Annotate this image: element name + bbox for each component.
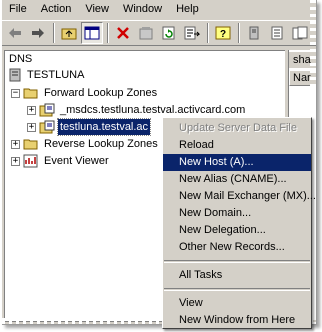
expand-icon[interactable]: + xyxy=(11,156,20,166)
tree-label: _msdcs.testluna.testval.activcard.com xyxy=(60,104,246,116)
arrow-left-icon xyxy=(9,28,21,38)
menu-item-new-domain[interactable]: New Domain... xyxy=(163,205,311,222)
folder-up-icon xyxy=(61,28,77,40)
menu-item-all-tasks[interactable]: All Tasks xyxy=(163,267,311,284)
menu-action[interactable]: Action xyxy=(34,0,79,18)
toolbar-separator xyxy=(207,23,209,43)
tree-node-event-viewer[interactable]: + Event Viewer xyxy=(11,153,111,169)
dns-server-icon xyxy=(9,68,21,82)
tree-node-dns[interactable]: DNS xyxy=(7,51,34,67)
folder-icon xyxy=(23,139,38,150)
export-list-button[interactable] xyxy=(181,22,203,44)
toolbar-separator xyxy=(107,23,109,43)
expand-icon[interactable]: + xyxy=(27,105,36,115)
toolbar-separator xyxy=(53,23,55,43)
menu-item-update-server-data-file: Update Server Data File xyxy=(179,122,297,134)
tree-label: testluna.testval.ac xyxy=(56,118,152,136)
menu-item-reload[interactable]: Reload xyxy=(163,137,311,154)
menu-bar: File Action View Window Help xyxy=(2,0,316,18)
document-icon xyxy=(271,26,283,40)
tree-label: DNS xyxy=(9,53,33,65)
properties-button[interactable] xyxy=(135,22,157,44)
up-one-level-button[interactable] xyxy=(58,22,80,44)
menu-window[interactable]: Window xyxy=(116,0,169,18)
menu-help[interactable]: Help xyxy=(169,0,206,18)
expand-icon[interactable]: + xyxy=(11,139,20,149)
show-hide-tree-button[interactable] xyxy=(81,22,103,44)
zone-icon xyxy=(39,120,55,134)
menu-item-new-delegation[interactable]: New Delegation... xyxy=(163,222,311,239)
tree-node-zone-selected[interactable]: + testluna.testval.ac xyxy=(27,118,152,136)
folder-open-icon xyxy=(23,88,38,99)
delete-button[interactable] xyxy=(112,22,134,44)
context-menu: Update Server Data File Reload New Host … xyxy=(162,117,316,329)
menu-item-new-host[interactable]: New Host (A)... xyxy=(163,154,311,171)
properties-icon xyxy=(139,27,153,40)
tree-label: Event Viewer xyxy=(44,155,109,167)
expand-icon[interactable]: + xyxy=(27,122,36,132)
help-icon: ? xyxy=(215,26,231,40)
event-viewer-icon xyxy=(23,154,38,168)
menu-item-view[interactable]: View xyxy=(163,295,311,312)
menu-item-new-mail-exchanger[interactable]: New Mail Exchanger (MX)... xyxy=(163,188,316,205)
tree-label: TESTLUNA xyxy=(27,69,85,81)
export-list-icon xyxy=(184,26,200,40)
back-button[interactable] xyxy=(4,22,26,44)
tree-node-zone-msdcs[interactable]: + _msdcs.testluna.testval.activcard.com xyxy=(27,102,247,118)
menu-separator xyxy=(164,288,310,291)
toolbar-button-3[interactable] xyxy=(289,22,311,44)
tree-label: Forward Lookup Zones xyxy=(44,87,158,99)
arrow-right-icon xyxy=(32,28,44,38)
menu-separator xyxy=(164,260,310,263)
toolbar: ? xyxy=(2,20,316,46)
tree-node-forward-zones[interactable]: − Forward Lookup Zones xyxy=(11,85,159,101)
console-tree-icon xyxy=(84,26,100,40)
svg-text:?: ? xyxy=(220,29,226,40)
menu-file[interactable]: File xyxy=(2,0,34,18)
zone-icon xyxy=(39,103,55,117)
toolbar-button-2[interactable] xyxy=(266,22,288,44)
refresh-button[interactable] xyxy=(158,22,180,44)
menu-item-new-window-from-here[interactable]: New Window from Here xyxy=(163,312,311,329)
menu-item-other-new-records[interactable]: Other New Records... xyxy=(163,239,311,256)
toolbar-button-1[interactable] xyxy=(243,22,265,44)
delete-x-icon xyxy=(117,27,129,39)
tree-label: Reverse Lookup Zones xyxy=(44,138,158,150)
collapse-icon[interactable]: − xyxy=(11,88,20,98)
help-button[interactable]: ? xyxy=(212,22,234,44)
server-icon xyxy=(249,26,259,40)
menu-item-new-alias[interactable]: New Alias (CNAME)... xyxy=(163,171,311,188)
tree-node-reverse-zones[interactable]: + Reverse Lookup Zones xyxy=(11,136,160,152)
forward-button[interactable] xyxy=(27,22,49,44)
refresh-icon xyxy=(162,26,175,40)
menu-view[interactable]: View xyxy=(78,0,116,18)
tree-node-server[interactable]: TESTLUNA xyxy=(9,67,86,83)
toolbar-separator xyxy=(238,23,240,43)
records-icon xyxy=(292,26,308,40)
